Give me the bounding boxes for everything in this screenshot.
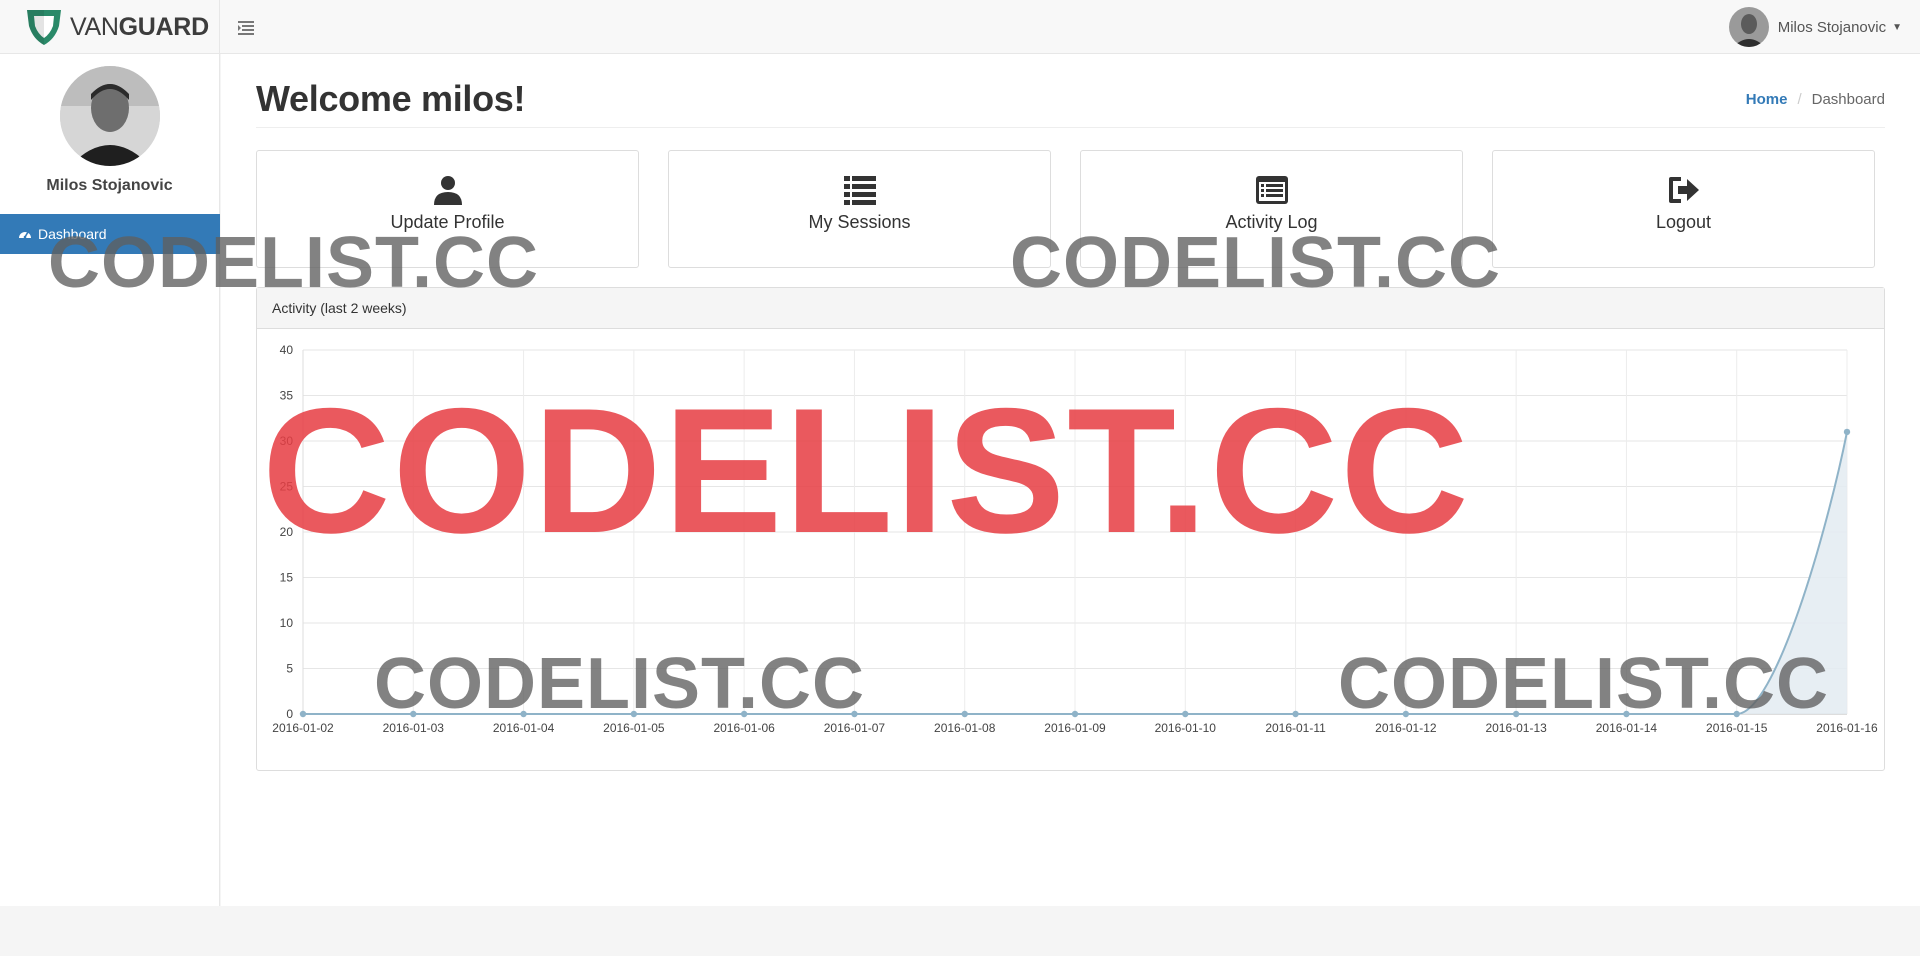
x-tick-label: 2016-01-09 <box>1044 721 1106 735</box>
x-tick-label: 2016-01-03 <box>383 721 445 735</box>
breadcrumb-separator: / <box>1797 91 1802 108</box>
activity-log-card[interactable]: Activity Log <box>1080 150 1463 268</box>
y-tick-label: 0 <box>286 707 293 721</box>
breadcrumb-current: Dashboard <box>1811 91 1885 108</box>
x-tick-label: 2016-01-11 <box>1265 721 1326 735</box>
breadcrumb: Home / Dashboard <box>1746 91 1885 108</box>
caret-down-icon: ▼ <box>1892 21 1902 33</box>
footer-strip <box>0 906 1920 956</box>
y-tick-label: 30 <box>280 434 294 448</box>
x-tick-label: 2016-01-05 <box>603 721 665 735</box>
dashboard-icon <box>19 231 31 239</box>
y-tick-label: 10 <box>280 616 294 630</box>
activity-panel: Activity (last 2 weeks) 0 5 10 15 20 25 30 35 40… <box>256 287 1885 771</box>
data-point <box>630 710 638 718</box>
data-point <box>1733 710 1740 718</box>
y-tick-label: 35 <box>280 389 294 403</box>
x-tick-label: 2016-01-15 <box>1706 721 1768 735</box>
x-tick-label: 2016-01-07 <box>824 721 886 735</box>
x-tick-label: 2016-01-14 <box>1596 721 1658 735</box>
data-point <box>410 710 417 718</box>
data-point <box>961 710 968 718</box>
activity-chart: 0 5 10 15 20 25 30 35 40 2016-01-02 2016-01-03 2016… <box>257 330 1884 770</box>
page-title: Welcome milos! <box>256 78 526 119</box>
y-tick-label: 20 <box>280 525 294 539</box>
card-label: Activity Log <box>1225 212 1318 232</box>
sidebar-item-label: Dashboard <box>38 226 107 242</box>
x-tick-label: 2016-01-13 <box>1485 721 1547 735</box>
user-name: Milos Stojanovic <box>1777 18 1887 36</box>
avatar <box>1728 7 1769 47</box>
page-header: Welcome milos! Home / Dashboard <box>256 78 1885 128</box>
list-icon <box>843 176 876 205</box>
shield-logo-icon <box>27 10 61 45</box>
data-point <box>299 710 307 718</box>
data-point <box>1071 710 1079 718</box>
data-point <box>851 710 858 718</box>
logout-card[interactable]: Logout <box>1492 150 1875 268</box>
data-point <box>740 710 748 718</box>
breadcrumb-home-link[interactable]: Home <box>1746 91 1788 108</box>
x-tick-label: 2016-01-10 <box>1155 721 1217 735</box>
sidebar-profile: Milos Stojanovic <box>0 54 219 195</box>
sidebar: Milos Stojanovic Dashboard <box>0 54 220 906</box>
x-tick-label: 2016-01-02 <box>272 721 334 735</box>
update-profile-card[interactable]: Update Profile <box>256 150 639 268</box>
data-point <box>1402 710 1410 718</box>
data-point <box>1843 428 1851 436</box>
brand-name: VANGUARD <box>70 13 209 42</box>
y-tick-label: 25 <box>280 480 294 494</box>
sign-out-icon <box>1668 177 1699 203</box>
y-tick-label: 5 <box>286 662 293 676</box>
card-label: Logout <box>1655 212 1712 232</box>
list-alt-icon <box>1255 176 1288 204</box>
card-label: My Sessions <box>808 212 911 232</box>
profile-name: Milos Stojanovic <box>46 177 173 194</box>
data-point <box>520 710 527 718</box>
x-tick-label: 2016-01-08 <box>934 721 996 735</box>
user-icon <box>433 176 462 205</box>
x-tick-label: 2016-01-12 <box>1375 721 1437 735</box>
shortcut-cards: Update Profile My Sessions Activity Log <box>256 150 1885 268</box>
profile-avatar <box>59 66 160 166</box>
data-point <box>1182 710 1189 718</box>
user-menu[interactable]: Milos Stojanovic ▼ <box>1728 6 1902 48</box>
brand-prefix: VAN <box>70 12 119 41</box>
activity-chart-svg: 0 5 10 15 20 25 30 35 40 2016-01-02 2016-01-03 2016… <box>272 343 1878 735</box>
x-tick-label: 2016-01-04 <box>493 721 555 735</box>
y-tick-label: 15 <box>280 571 294 585</box>
card-label: Update Profile <box>390 212 505 232</box>
panel-title: Activity (last 2 weeks) <box>257 288 1884 329</box>
data-point <box>1292 710 1299 718</box>
x-tick-label: 2016-01-06 <box>713 721 775 735</box>
my-sessions-card[interactable]: My Sessions <box>668 150 1051 268</box>
x-tick-label: 2016-01-16 <box>1816 721 1878 735</box>
sidebar-toggle-icon[interactable] <box>236 18 256 36</box>
data-point <box>1512 710 1520 718</box>
sidebar-item-dashboard[interactable]: Dashboard <box>0 214 220 254</box>
brand-suffix: GUARD <box>118 12 209 41</box>
y-tick-label: 40 <box>280 343 294 357</box>
main-content: Welcome milos! Home / Dashboard Update Pro… <box>221 54 1920 906</box>
brand[interactable]: VANGUARD <box>0 0 220 54</box>
top-navbar: VANGUARD Milos Stojanovic ▼ <box>0 0 1920 54</box>
data-point <box>1623 710 1630 718</box>
